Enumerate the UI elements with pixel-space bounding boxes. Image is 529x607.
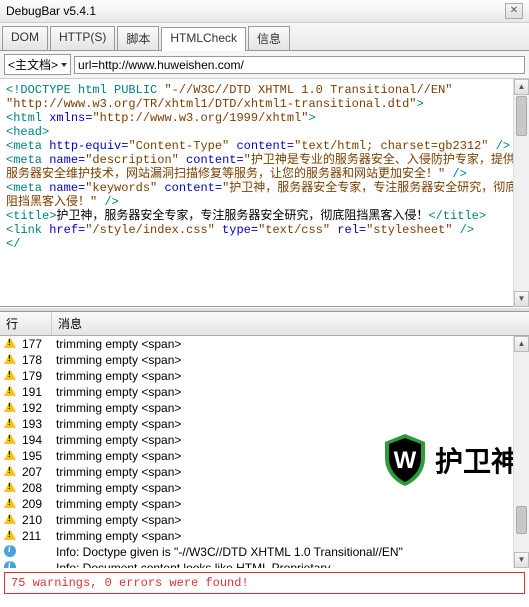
warning-icon [4, 449, 16, 460]
message-row[interactable]: 209trimming empty <span> [0, 496, 529, 512]
messages-header: 行 消息 [0, 312, 529, 336]
line-number: 193 [20, 417, 52, 431]
warning-icon [4, 433, 16, 444]
warning-icon [4, 353, 16, 364]
line-number: 211 [20, 529, 52, 543]
message-row[interactable]: 178trimming empty <span> [0, 352, 529, 368]
line-number: 191 [20, 385, 52, 399]
message-row[interactable]: 192trimming empty <span> [0, 400, 529, 416]
info-icon [4, 545, 16, 557]
line-number: 179 [20, 369, 52, 383]
messages-list[interactable]: W 护卫神 177trimming empty <span>178trimmin… [0, 336, 529, 568]
line-number: 178 [20, 353, 52, 367]
tab-信息[interactable]: 信息 [248, 26, 290, 50]
warning-icon [4, 385, 16, 396]
tab-脚本[interactable]: 脚本 [117, 26, 159, 50]
line-number: 209 [20, 497, 52, 511]
code-scrollbar[interactable]: ▲ ▼ [513, 79, 529, 307]
line-number: 192 [20, 401, 52, 415]
message-text: trimming empty <span> [52, 369, 525, 383]
message-text: trimming empty <span> [52, 497, 525, 511]
line-number: 195 [20, 449, 52, 463]
warning-icon [4, 497, 16, 508]
warning-icon [4, 529, 16, 540]
message-row[interactable]: Info: Doctype given is "-//W3C//DTD XHTM… [0, 544, 529, 560]
tab-strip: DOMHTTP(S)脚本HTMLCheck信息 [0, 23, 529, 51]
message-row[interactable]: 191trimming empty <span> [0, 384, 529, 400]
url-input[interactable] [74, 56, 525, 74]
message-text: trimming empty <span> [52, 465, 525, 479]
summary-box: 75 warnings, 0 errors were found! [4, 572, 525, 594]
warning-icon [4, 465, 16, 476]
warning-icon [4, 401, 16, 412]
line-number: 207 [20, 465, 52, 479]
message-row[interactable]: 177trimming empty <span> [0, 336, 529, 352]
scroll-down-button[interactable]: ▼ [514, 291, 529, 307]
close-button[interactable]: ✕ [505, 3, 523, 19]
message-text: trimming empty <span> [52, 481, 525, 495]
scroll-up-button[interactable]: ▲ [514, 79, 529, 95]
message-row[interactable]: 194trimming empty <span> [0, 432, 529, 448]
message-row[interactable]: 208trimming empty <span> [0, 480, 529, 496]
message-text: Info: Doctype given is "-//W3C//DTD XHTM… [52, 545, 525, 559]
column-line[interactable]: 行 [0, 312, 52, 335]
document-selector[interactable]: <主文档> [4, 54, 71, 75]
message-text: trimming empty <span> [52, 337, 525, 351]
warning-icon [4, 417, 16, 428]
line-number: 210 [20, 513, 52, 527]
message-text: trimming empty <span> [52, 513, 525, 527]
message-row[interactable]: 179trimming empty <span> [0, 368, 529, 384]
message-text: trimming empty <span> [52, 417, 525, 431]
message-row[interactable]: 210trimming empty <span> [0, 512, 529, 528]
warning-icon [4, 337, 16, 348]
tab-htmlcheck[interactable]: HTMLCheck [161, 27, 246, 51]
message-row[interactable]: Info: Document content looks like HTML P… [0, 560, 529, 568]
message-row[interactable]: 193trimming empty <span> [0, 416, 529, 432]
scroll-thumb[interactable] [516, 506, 527, 534]
warning-icon [4, 481, 16, 492]
scroll-up-button[interactable]: ▲ [514, 336, 529, 352]
title-bar: DebugBar v5.4.1 ✕ [0, 0, 529, 23]
message-row[interactable]: 211trimming empty <span> [0, 528, 529, 544]
warning-icon [4, 513, 16, 524]
scroll-thumb[interactable] [516, 96, 527, 136]
url-bar: <主文档> [0, 51, 529, 79]
message-row[interactable]: 195trimming empty <span> [0, 448, 529, 464]
line-number: 208 [20, 481, 52, 495]
message-row[interactable]: 207trimming empty <span> [0, 464, 529, 480]
info-icon [4, 561, 16, 568]
messages-scrollbar[interactable]: ▲ ▼ [513, 336, 529, 568]
chevron-down-icon [61, 63, 67, 67]
warning-icon [4, 369, 16, 380]
tab-dom[interactable]: DOM [2, 26, 48, 50]
message-text: trimming empty <span> [52, 385, 525, 399]
html-source-pane[interactable]: <!DOCTYPE html PUBLIC "-//W3C//DTD XHTML… [0, 79, 529, 307]
line-number: 177 [20, 337, 52, 351]
message-text: trimming empty <span> [52, 401, 525, 415]
tab-http(s)[interactable]: HTTP(S) [50, 26, 115, 50]
message-text: trimming empty <span> [52, 433, 525, 447]
message-text: trimming empty <span> [52, 529, 525, 543]
window-title: DebugBar v5.4.1 [6, 4, 96, 18]
line-number: 194 [20, 433, 52, 447]
message-text: trimming empty <span> [52, 449, 525, 463]
scroll-down-button[interactable]: ▼ [514, 552, 529, 568]
message-text: trimming empty <span> [52, 353, 525, 367]
column-message[interactable]: 消息 [52, 312, 529, 335]
message-text: Info: Document content looks like HTML P… [52, 561, 525, 568]
